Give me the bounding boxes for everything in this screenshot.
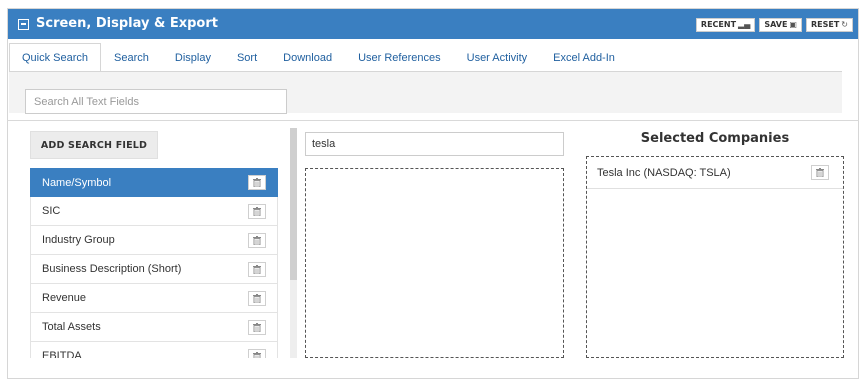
field-query-input[interactable] <box>305 132 564 156</box>
field-item-business-description[interactable]: Business Description (Short) <box>30 255 278 284</box>
tab-excel-add-in[interactable]: Excel Add-In <box>540 43 628 72</box>
reset-button[interactable]: RESET ↻ <box>805 18 853 32</box>
field-item-label: Industry Group <box>42 234 115 246</box>
trash-icon[interactable] <box>248 319 266 335</box>
tab-bar: Quick Search Search Display Sort Downloa… <box>9 43 628 72</box>
selected-company-label: Tesla Inc (NASDAQ: TSLA) <box>597 166 731 179</box>
trash-icon[interactable] <box>248 261 266 277</box>
tab-download[interactable]: Download <box>270 43 345 72</box>
tab-search[interactable]: Search <box>101 43 162 72</box>
add-search-field-button[interactable]: ADD SEARCH FIELD <box>30 131 158 159</box>
reset-label: RESET <box>810 20 840 29</box>
field-item-ebitda[interactable]: EBITDA <box>30 342 278 358</box>
recent-label: RECENT <box>700 20 737 29</box>
save-label: SAVE <box>764 20 788 29</box>
field-item-label: Total Assets <box>42 321 101 333</box>
selected-companies-box: Tesla Inc (NASDAQ: TSLA) <box>586 156 844 358</box>
chart-icon: ▂▄ <box>738 20 751 29</box>
tab-quick-search[interactable]: Quick Search <box>9 43 102 72</box>
trash-icon[interactable] <box>248 203 266 219</box>
tab-sort[interactable]: Sort <box>224 43 270 72</box>
field-item-total-assets[interactable]: Total Assets <box>30 313 278 342</box>
save-icon: ▣ <box>789 20 797 29</box>
trash-icon[interactable] <box>248 290 266 306</box>
trash-icon[interactable] <box>248 232 266 248</box>
field-item-revenue[interactable]: Revenue <box>30 284 278 313</box>
tab-user-references[interactable]: User References <box>345 43 454 72</box>
selected-companies-title: Selected Companies <box>640 131 790 146</box>
save-button[interactable]: SAVE ▣ <box>759 18 802 32</box>
selected-company-item[interactable]: Tesla Inc (NASDAQ: TSLA) <box>587 157 843 189</box>
search-results-box[interactable] <box>305 168 564 358</box>
field-item-label: Name/Symbol <box>42 176 112 189</box>
trash-icon[interactable] <box>248 175 266 190</box>
search-all-text-fields-input[interactable] <box>25 89 287 114</box>
field-item-label: Revenue <box>42 292 87 304</box>
tab-user-activity[interactable]: User Activity <box>454 43 541 72</box>
collapse-icon[interactable] <box>18 18 29 30</box>
field-item-name-symbol[interactable]: Name/Symbol <box>30 168 278 197</box>
field-item-industry-group[interactable]: Industry Group <box>30 226 278 255</box>
panel-title[interactable]: Screen, Display & Export <box>18 9 218 39</box>
panel-title-text: Screen, Display & Export <box>36 16 218 31</box>
panel-header: Screen, Display & Export RECENT ▂▄ SAVE … <box>8 9 858 39</box>
recent-button[interactable]: RECENT ▂▄ <box>695 18 756 32</box>
field-item-label: EBITDA <box>42 350 82 358</box>
refresh-icon: ↻ <box>841 20 848 29</box>
field-item-label: Business Description (Short) <box>42 263 182 275</box>
search-field-list: Name/Symbol SIC Industry Group Business … <box>30 168 278 358</box>
trash-icon[interactable] <box>811 165 829 180</box>
section-divider <box>7 120 859 121</box>
field-item-label: SIC <box>42 205 61 217</box>
header-actions: RECENT ▂▄ SAVE ▣ RESET ↻ <box>695 18 853 32</box>
trash-icon[interactable] <box>248 348 266 358</box>
tab-display[interactable]: Display <box>162 43 224 72</box>
field-list-scrollbar-thumb[interactable] <box>290 128 297 280</box>
field-item-sic[interactable]: SIC <box>30 197 278 226</box>
